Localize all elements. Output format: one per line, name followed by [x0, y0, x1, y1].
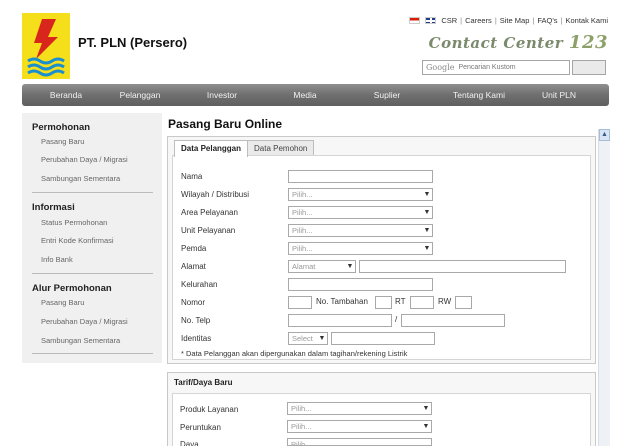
- wilayah-select[interactable]: Pilih... ▼: [288, 188, 433, 201]
- sidebar-heading-informasi: Informasi: [32, 202, 75, 213]
- nav-media[interactable]: Media: [274, 90, 336, 100]
- pemda-select[interactable]: Pilih... ▼: [288, 242, 433, 255]
- unit-label: Unit Pelayanan: [181, 226, 236, 235]
- sidebar-item-alur-sambungan-sementara[interactable]: Sambungan Sementara: [41, 336, 120, 345]
- no-tambahan-input[interactable]: [375, 296, 392, 309]
- telp-separator: /: [395, 315, 398, 324]
- daya-label: Daya: [180, 440, 199, 446]
- form-body: [172, 155, 591, 360]
- nama-input[interactable]: [288, 170, 433, 183]
- csr-link[interactable]: CSR: [441, 16, 457, 25]
- rt-input[interactable]: [410, 296, 434, 309]
- no-telp-label: No. Telp: [181, 316, 211, 325]
- identitas-input[interactable]: [331, 332, 435, 345]
- alamat-input[interactable]: [359, 260, 566, 273]
- form-note: * Data Pelanggan akan dipergunakan dalam…: [181, 349, 408, 358]
- peruntukan-select[interactable]: Pilih... ▼: [287, 420, 432, 433]
- site-map-link[interactable]: Site Map: [500, 16, 530, 25]
- contact-center-banner[interactable]: Contact Center 123: [429, 32, 608, 53]
- tab-data-pelanggan[interactable]: Data Pelanggan: [174, 140, 249, 157]
- top-links: CSR | Careers | Site Map | FAQ's | Konta…: [409, 16, 608, 25]
- search-input[interactable]: Google Pencarian Kustom: [422, 60, 570, 75]
- sidebar-item-status-permohonan[interactable]: Status Permohonan: [41, 218, 107, 227]
- english-flag-icon[interactable]: [425, 17, 437, 24]
- peruntukan-label: Peruntukan: [180, 423, 221, 432]
- sidebar: Permohonan Pasang Baru Perubahan Daya / …: [22, 113, 162, 363]
- page-title: Pasang Baru Online: [168, 117, 283, 131]
- sidebar-item-alur-pasang-baru[interactable]: Pasang Baru: [41, 298, 84, 307]
- sidebar-divider: [32, 192, 153, 193]
- produk-layanan-label: Produk Layanan: [180, 405, 239, 414]
- no-tambahan-label: No. Tambahan: [316, 297, 368, 306]
- contact-center-number: 123: [568, 32, 608, 53]
- sidebar-divider: [32, 273, 153, 274]
- sidebar-item-pasang-baru[interactable]: Pasang Baru: [41, 137, 84, 146]
- chevron-down-icon: ▼: [423, 227, 431, 234]
- rw-input[interactable]: [455, 296, 472, 309]
- nav-pelanggan[interactable]: Pelanggan: [110, 90, 170, 100]
- kelurahan-input[interactable]: [288, 278, 433, 291]
- sidebar-heading-permohonan: Permohonan: [32, 122, 91, 133]
- main-nav: Beranda Pelanggan Investor Media Suplier…: [22, 84, 609, 106]
- sidebar-item-sambungan-sementara[interactable]: Sambungan Sementara: [41, 174, 120, 183]
- nav-beranda[interactable]: Beranda: [22, 90, 110, 100]
- nav-investor[interactable]: Investor: [170, 90, 274, 100]
- nama-label: Nama: [181, 172, 203, 181]
- nomor-input[interactable]: [288, 296, 312, 309]
- chevron-down-icon: ▼: [423, 191, 431, 198]
- area-select[interactable]: Pilih... ▼: [288, 206, 433, 219]
- sidebar-item-info-bank[interactable]: Info Bank: [41, 255, 73, 264]
- chevron-down-icon: ▼: [423, 209, 431, 216]
- nav-tentang-kami[interactable]: Tentang Kami: [438, 90, 520, 100]
- no-telp-2-input[interactable]: [401, 314, 505, 327]
- sidebar-heading-alur-permohonan: Alur Permohonan: [32, 283, 112, 294]
- chevron-down-icon: ▼: [346, 263, 354, 270]
- alamat-label: Alamat: [181, 262, 206, 271]
- chevron-down-icon: ▼: [422, 423, 430, 430]
- pln-logo[interactable]: [22, 13, 70, 79]
- search-placeholder: Pencarian Kustom: [458, 64, 516, 71]
- search-button[interactable]: [572, 60, 606, 75]
- nav-suplier[interactable]: Suplier: [336, 90, 438, 100]
- rt-label: RT: [395, 297, 406, 306]
- rw-label: RW: [438, 297, 452, 306]
- google-brand: Google: [426, 63, 455, 72]
- chevron-down-icon: ▼: [318, 335, 326, 342]
- unit-select[interactable]: Pilih... ▼: [288, 224, 433, 237]
- vertical-scrollbar[interactable]: ▲: [598, 129, 610, 446]
- nav-unit-pln[interactable]: Unit PLN: [520, 90, 598, 100]
- sidebar-item-alur-perubahan-daya[interactable]: Perubahan Daya / Migrasi: [41, 317, 128, 326]
- identitas-label: Identitas: [181, 334, 212, 343]
- kelurahan-label: Kelurahan: [181, 280, 218, 289]
- sidebar-divider: [32, 353, 153, 354]
- sidebar-item-perubahan-daya[interactable]: Perubahan Daya / Migrasi: [41, 155, 128, 164]
- produk-layanan-select[interactable]: Pilih... ▼: [287, 402, 432, 415]
- tab-data-pemohon[interactable]: Data Pemohon: [247, 140, 315, 156]
- chevron-down-icon: ▼: [422, 405, 430, 412]
- alamat-type-select[interactable]: Alamat ▼: [288, 260, 356, 273]
- pemda-label: Pemda: [181, 244, 207, 253]
- tarif-title: Tarif/Daya Baru: [174, 378, 233, 387]
- wilayah-label: Wilayah / Distribusi: [181, 190, 250, 199]
- kontak-kami-link[interactable]: Kontak Kami: [565, 16, 608, 25]
- faq-link[interactable]: FAQ's: [537, 16, 557, 25]
- careers-link[interactable]: Careers: [465, 16, 492, 25]
- contact-center-text: Contact Center: [428, 34, 564, 52]
- chevron-down-icon: ▼: [423, 245, 431, 252]
- indonesian-flag-icon[interactable]: [409, 17, 421, 24]
- sidebar-item-entri-kode[interactable]: Entri Kode Konfirmasi: [41, 236, 114, 245]
- company-name: PT. PLN (Persero): [78, 35, 188, 50]
- no-telp-input[interactable]: [288, 314, 392, 327]
- identitas-select[interactable]: Select ▼: [288, 332, 328, 345]
- daya-select[interactable]: Pilih...: [287, 438, 432, 446]
- scroll-up-icon[interactable]: ▲: [599, 129, 610, 141]
- area-label: Area Pelayanan: [181, 208, 238, 217]
- nomor-label: Nomor: [181, 298, 206, 307]
